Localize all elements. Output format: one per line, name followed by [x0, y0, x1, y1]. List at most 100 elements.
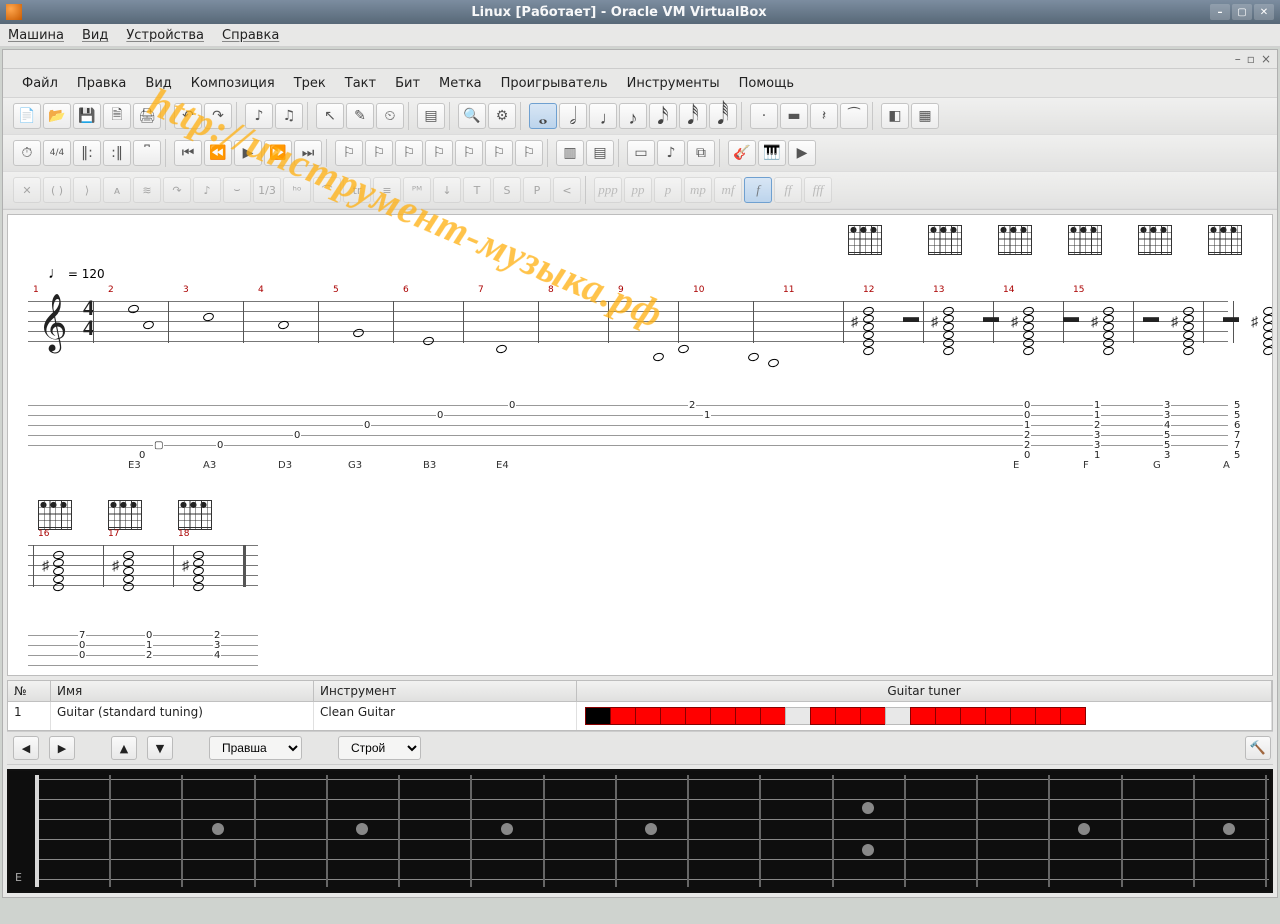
effect-11[interactable]: tr	[343, 177, 371, 203]
select-icon[interactable]: ↖	[316, 103, 344, 129]
m2[interactable]: ⚐	[365, 140, 393, 166]
maximize-button[interactable]: ▢	[1232, 4, 1252, 20]
tuner-cell[interactable]	[685, 707, 711, 725]
note-value-1[interactable]: 𝅗𝅥	[559, 103, 587, 129]
note-value-3[interactable]: ♪	[619, 103, 647, 129]
dynamic-mp[interactable]: mp	[684, 177, 712, 203]
m3[interactable]: ⚐	[395, 140, 423, 166]
repeat-open-icon[interactable]: ‖:	[73, 140, 101, 166]
app-menu-tools[interactable]: Инструменты	[618, 73, 729, 94]
effect-9[interactable]: ʰᵒ	[283, 177, 311, 203]
app-menu-marker[interactable]: Метка	[430, 73, 491, 94]
app-menu-file[interactable]: Файл	[13, 73, 67, 94]
chord-diagram[interactable]: ●●●	[848, 225, 880, 261]
app-menu-help[interactable]: Помощь	[730, 73, 803, 94]
app-menu-edit[interactable]: Правка	[68, 73, 135, 94]
vbox-menu-machine[interactable]: Машина	[8, 28, 64, 43]
tuner-cell[interactable]	[785, 707, 811, 725]
note-value-0[interactable]: 𝅝	[529, 103, 557, 129]
effect-17[interactable]: P	[523, 177, 551, 203]
repeat-close-icon[interactable]: :‖	[103, 140, 131, 166]
print-icon[interactable]: 🖨	[133, 103, 161, 129]
effect-18[interactable]: <	[553, 177, 581, 203]
note-value-5[interactable]: 𝅘𝅥𝅰	[679, 103, 707, 129]
prev-icon[interactable]: ⏪	[204, 140, 232, 166]
view1[interactable]: ▥	[556, 140, 584, 166]
app-close[interactable]: ×	[1261, 52, 1271, 66]
chord-icon[interactable]: ◧	[881, 103, 909, 129]
effect-7[interactable]: ⌣	[223, 177, 251, 203]
dynamic-fff[interactable]: fff	[804, 177, 832, 203]
effect-4[interactable]: ≋	[133, 177, 161, 203]
page-icon[interactable]: ▤	[417, 103, 445, 129]
next-track-button[interactable]: ▶	[49, 736, 75, 760]
tracks-hdr-name[interactable]: Имя	[51, 681, 314, 701]
last-icon[interactable]: ⏭	[294, 140, 322, 166]
note-value-2[interactable]: ♩	[589, 103, 617, 129]
app-menu-measure[interactable]: Такт	[336, 73, 385, 94]
tuner-cell[interactable]	[885, 707, 911, 725]
tied-icon[interactable]: ⁀	[840, 103, 868, 129]
tuner-cell[interactable]	[960, 707, 986, 725]
std-icon[interactable]: ♪	[657, 140, 685, 166]
next-icon[interactable]: ⏩	[264, 140, 292, 166]
tuner-cell[interactable]	[760, 707, 786, 725]
m7[interactable]: ⚐	[515, 140, 543, 166]
effect-13[interactable]: ᴾᴹ	[403, 177, 431, 203]
tab-fret[interactable]: 1	[1093, 450, 1101, 461]
close-button[interactable]: ✕	[1254, 4, 1274, 20]
score-area[interactable]: ♩ = 120 ●●●●●●●●●●●●●●●●●● 𝄞 44 12345678…	[7, 214, 1273, 676]
chord-diagram[interactable]: ●●●	[1138, 225, 1170, 261]
tracks-hdr-tuner[interactable]: Guitar tuner	[577, 681, 1272, 701]
zoom-icon[interactable]: 🔍	[458, 103, 486, 129]
new-icon[interactable]: 📄	[13, 103, 41, 129]
m5[interactable]: ⚐	[455, 140, 483, 166]
tuner-cell[interactable]	[710, 707, 736, 725]
dynamic-pp[interactable]: pp	[624, 177, 652, 203]
undo-icon[interactable]: ↶	[174, 103, 202, 129]
voice-icon[interactable]: ♫	[275, 103, 303, 129]
tab-fret[interactable]: ▢	[153, 440, 164, 451]
dotted-icon[interactable]: ·	[750, 103, 778, 129]
staff-1[interactable]: 𝄞 44 123456789101112131415 ♯▬♯▬♯▬♯▬♯▬♯▬	[28, 301, 1228, 343]
tab-fret[interactable]: 0	[363, 420, 371, 431]
player-icon[interactable]: ▶	[788, 140, 816, 166]
tab-staff-1[interactable]: 0▢0000021001220112331334553556775 E3A3D3…	[28, 405, 1228, 455]
staff-2[interactable]: 161718 ♯♯♯	[28, 545, 258, 587]
first-icon[interactable]: ⏮	[174, 140, 202, 166]
note-value-4[interactable]: 𝅘𝅥𝅯	[649, 103, 677, 129]
mixed-icon[interactable]: ⧉	[687, 140, 715, 166]
effect-14[interactable]: ↓	[433, 177, 461, 203]
vbox-menu-view[interactable]: Вид	[82, 28, 108, 43]
tuner-cell[interactable]	[835, 707, 861, 725]
tab-fret[interactable]: 1	[703, 410, 711, 421]
effect-10[interactable]: ⌒	[313, 177, 341, 203]
tuner-cell[interactable]	[985, 707, 1011, 725]
note-value-6[interactable]: 𝅘𝅥𝅱	[709, 103, 737, 129]
tuner-cell[interactable]	[1035, 707, 1061, 725]
alt-ending-icon[interactable]: ⎴	[133, 140, 161, 166]
chord-diagram[interactable]: ●●●	[1208, 225, 1240, 261]
tab-fret[interactable]: 0	[293, 430, 301, 441]
tab-fret[interactable]: 3	[1163, 450, 1171, 461]
tuner-cell[interactable]	[660, 707, 686, 725]
app-minimize[interactable]: –	[1235, 52, 1241, 66]
properties-icon[interactable]: ⚙	[488, 103, 516, 129]
app-menu-track[interactable]: Трек	[285, 73, 335, 94]
redo-icon[interactable]: ↷	[204, 103, 232, 129]
effect-15[interactable]: T	[463, 177, 491, 203]
m1[interactable]: ⚐	[335, 140, 363, 166]
open-icon[interactable]: 📂	[43, 103, 71, 129]
tracks-hdr-inst[interactable]: Инструмент	[314, 681, 577, 701]
effect-6[interactable]: ♪	[193, 177, 221, 203]
tab-fret[interactable]: 0	[1023, 450, 1031, 461]
app-menu-player[interactable]: Проигрыватель	[492, 73, 617, 94]
tuner-cell[interactable]	[810, 707, 836, 725]
hand-select[interactable]: Правша	[209, 736, 302, 760]
tuner-cell[interactable]	[860, 707, 886, 725]
app-menu-comp[interactable]: Композиция	[182, 73, 284, 94]
view2[interactable]: ▤	[586, 140, 614, 166]
time-sig-icon[interactable]: 4/4	[43, 140, 71, 166]
tab-fret[interactable]: 0	[436, 410, 444, 421]
tuner-cell[interactable]	[610, 707, 636, 725]
